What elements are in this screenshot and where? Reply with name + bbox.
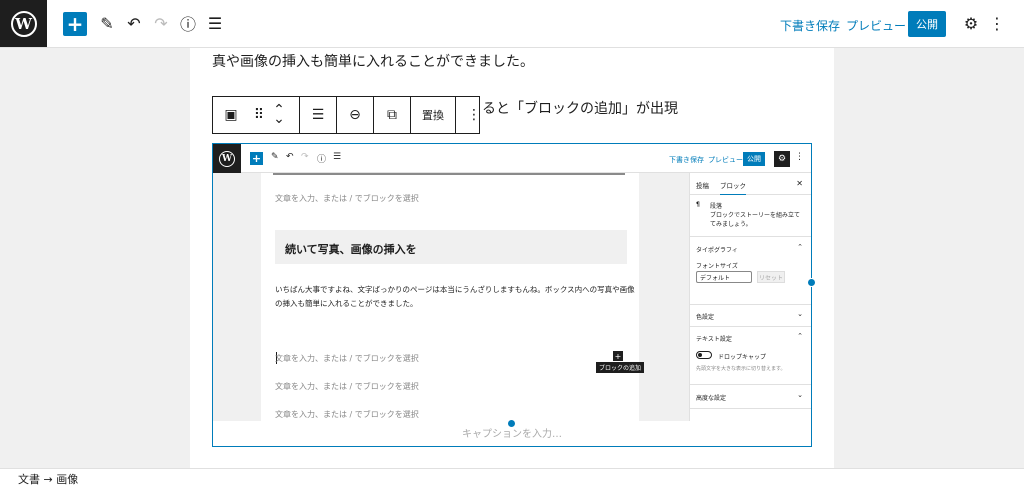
paragraph-icon: ¶ — [696, 201, 700, 208]
inner-preview: プレビュー — [708, 156, 743, 164]
outline-list-icon[interactable]: ☰ — [205, 10, 225, 36]
inner-drop-cap-help: 先頭文字を大きな表示に切り替えます。 — [696, 366, 786, 372]
inner-tab-block: ブロック — [720, 180, 746, 195]
inner-advanced-panel: 高度な設定 ⌄ — [690, 385, 811, 409]
inner-sidebar-tabs: 投稿 ブロック ✕ — [690, 173, 811, 195]
move-block-control: ⌃ ⌄ — [269, 97, 289, 133]
save-draft-button[interactable]: 下書き保存 — [780, 17, 840, 34]
link-group: ⊖ — [337, 97, 374, 133]
inner-text-settings-title: テキスト設定 — [696, 336, 732, 343]
paragraph-block-partial[interactable]: ると「ブロックの追加」が出現 — [482, 98, 678, 118]
inner-save-draft: 下書き保存 — [669, 156, 704, 164]
paragraph-block[interactable]: 真や画像の挿入も簡単に入れることができました。 — [212, 51, 534, 71]
add-block-button[interactable]: + — [63, 12, 87, 36]
chevron-up-icon: ⌃ — [797, 243, 803, 251]
inner-redo-icon: ↷ — [301, 152, 309, 162]
publish-button[interactable]: 公開 — [908, 11, 946, 37]
inner-close-icon: ✕ — [796, 179, 803, 188]
chevron-down-icon: ⌄ — [797, 310, 803, 318]
image-block-icon[interactable]: ▣ — [213, 97, 249, 133]
inner-block-desc: ブロックでストーリーを組み立ててみましょう。 — [710, 212, 801, 228]
inner-pencil-icon: ✎ — [271, 152, 279, 162]
undo-icon[interactable]: ↶ — [124, 10, 144, 36]
replace-group: 置換 — [411, 97, 456, 133]
editor-footer — [0, 468, 1024, 481]
inner-placeholder: 文章を入力、または / でブロックを選択 — [275, 194, 419, 203]
inner-gear-icon: ⚙ — [774, 151, 790, 167]
crop-icon[interactable]: ⧉ — [374, 97, 410, 133]
drag-handle-icon[interactable]: ⠿ — [249, 97, 269, 133]
inner-top-bar: W + ✎ ↶ ↷ ⓘ ☰ 下書き保存 プレビュー 公開 ⚙ ⋮ — [213, 144, 811, 173]
breadcrumb-document[interactable]: 文書 — [18, 473, 40, 486]
inner-color-title: 色設定 — [696, 314, 715, 321]
breadcrumb-separator: → — [43, 473, 53, 486]
block-toolbar: ▣ ⠿ ⌃ ⌄ ☰ ⊖ ⧉ 置換 ⋮ — [212, 96, 481, 134]
inner-sidebar: 投稿 ブロック ✕ ¶ 段落 ブロックでストーリーを組み立ててみましょう。 タイ… — [689, 173, 811, 421]
inner-block-name: 段落 — [710, 203, 723, 210]
wordpress-icon: W — [10, 10, 37, 37]
options-more-icon[interactable]: ⋮ — [989, 10, 1005, 36]
image-block[interactable]: W + ✎ ↶ ↷ ⓘ ☰ 下書き保存 プレビュー 公開 ⚙ ⋮ 文章を入力、ま… — [212, 143, 812, 447]
inner-add-block-icon: + — [613, 351, 623, 361]
editor-top-bar: W + ✎ ↶ ↷ ⓘ ☰ 下書き保存 プレビュー 公開 ⚙ ⋮ — [0, 0, 1024, 48]
inner-typography-panel: タイポグラフィ ⌃ フォントサイズ デフォルト リセット — [690, 237, 811, 305]
inner-tooltip: ブロックの追加 — [596, 362, 645, 373]
inner-block-card: ¶ 段落 ブロックでストーリーを組み立ててみましょう。 — [690, 195, 811, 237]
resize-handle-right[interactable] — [807, 278, 816, 287]
inner-color-panel: 色設定 ⌄ — [690, 305, 811, 327]
more-options-icon[interactable]: ⋮ — [456, 97, 492, 133]
inner-text-settings-panel: テキスト設定 ⌃ ドロップキャップ 先頭文字を大きな表示に切り替えます。 — [690, 327, 811, 385]
settings-gear-icon[interactable]: ⚙ — [962, 10, 980, 36]
block-type-group: ▣ ⠿ ⌃ ⌄ — [213, 97, 300, 133]
inner-body-text: いちばん大事ですよね、文字ばっかりのページは本当にうんざりしますもんね。ボックス… — [275, 285, 635, 308]
inner-drop-cap-label: ドロップキャップ — [718, 354, 767, 361]
inner-placeholder: 文章を入力、または / でブロックを選択 — [275, 410, 419, 419]
preview-button[interactable]: プレビュー — [846, 17, 906, 34]
more-group: ⋮ — [456, 97, 492, 133]
breadcrumb-image[interactable]: 画像 — [56, 473, 78, 486]
inner-more-icon: ⋮ — [795, 152, 804, 162]
inner-publish: 公開 — [743, 152, 765, 166]
inner-add-icon: + — [250, 152, 263, 165]
inner-separator — [273, 173, 625, 175]
inner-placeholder: 文章を入力、または / でブロックを選択 — [275, 354, 419, 363]
chevron-up-icon: ⌃ — [797, 332, 803, 340]
link-icon[interactable]: ⊖ — [337, 97, 373, 133]
resize-handle-bottom[interactable] — [507, 419, 516, 428]
inner-wordpress-icon: W — [219, 150, 235, 167]
tools-pencil-icon[interactable]: ✎ — [97, 10, 117, 36]
inner-font-size-select: デフォルト — [696, 271, 752, 283]
inner-wordpress-logo: W — [213, 144, 241, 173]
inner-advanced-title: 高度な設定 — [696, 395, 727, 402]
redo-icon[interactable]: ↷ — [151, 10, 171, 36]
replace-button[interactable]: 置換 — [411, 97, 455, 133]
inner-heading: 続いて写真、画像の挿入を — [275, 230, 627, 264]
inner-undo-icon: ↶ — [286, 152, 294, 162]
inner-reset-button: リセット — [757, 271, 785, 283]
crop-group: ⧉ — [374, 97, 411, 133]
inner-typography-title: タイポグラフィ — [696, 247, 738, 254]
breadcrumb: 文書 → 画像 — [18, 471, 78, 487]
inner-font-size-label: フォントサイズ — [696, 263, 738, 270]
inner-info-icon: ⓘ — [317, 155, 327, 165]
wordpress-logo-button[interactable]: W — [0, 0, 47, 47]
inner-canvas: 文章を入力、または / でブロックを選択 続いて写真、画像の挿入を いちばん大事… — [213, 173, 689, 421]
align-group: ☰ — [300, 97, 337, 133]
align-icon[interactable]: ☰ — [300, 97, 336, 133]
move-down-icon[interactable]: ⌄ — [273, 112, 285, 126]
inner-placeholder: 文章を入力、または / でブロックを選択 — [275, 382, 419, 391]
inner-tab-post: 投稿 — [696, 182, 709, 190]
chevron-down-icon: ⌄ — [797, 391, 803, 399]
info-icon[interactable]: ⓘ — [178, 10, 198, 36]
inner-drop-cap-toggle — [696, 351, 712, 359]
inner-outline-icon: ☰ — [333, 152, 342, 162]
